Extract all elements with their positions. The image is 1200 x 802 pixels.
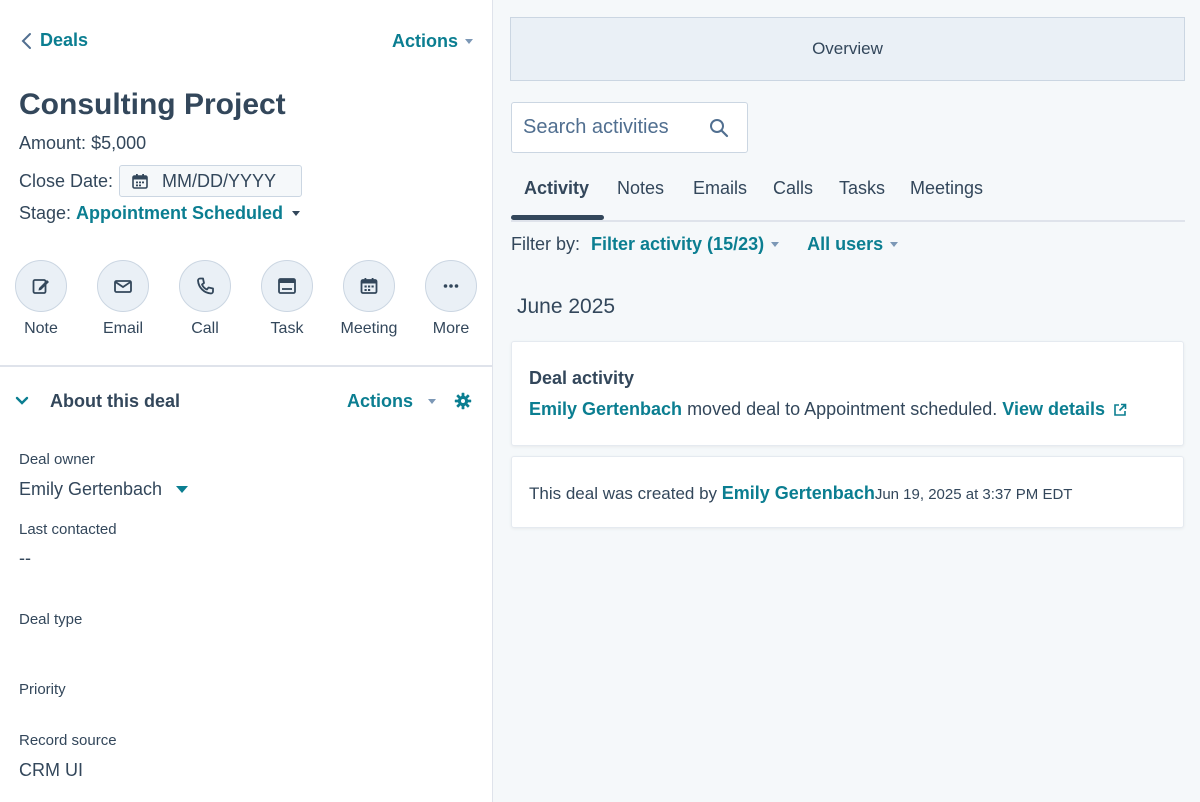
close-date-label: Close Date:	[19, 170, 114, 191]
user-link[interactable]: Emily Gertenbach	[529, 399, 682, 420]
overview-label: Overview	[812, 39, 883, 58]
caret-down-icon[interactable]	[890, 242, 899, 247]
all-users-dropdown[interactable]: All users	[807, 234, 883, 255]
note-button-circle[interactable]	[15, 260, 67, 312]
back-to-deals-link[interactable]: Deals	[20, 30, 88, 51]
external-link-icon[interactable]	[1113, 403, 1127, 417]
card-body: This deal was created by Emily Gertenbac…	[529, 483, 1072, 504]
stage-dropdown[interactable]: Appointment Scheduled	[76, 203, 283, 224]
caret-down-icon	[176, 486, 189, 493]
record-sidebar: Deals Actions Consulting Project Amount:…	[0, 0, 493, 802]
note-button[interactable]: Note	[6, 260, 76, 338]
meeting-button-circle[interactable]	[343, 260, 395, 312]
filter-by-label: Filter by:	[511, 234, 581, 254]
more-icon	[443, 284, 459, 288]
about-actions-menu[interactable]: Actions	[347, 391, 413, 412]
note-label: Note	[24, 320, 58, 337]
tab-emails[interactable]: Emails	[693, 178, 747, 199]
call-label: Call	[191, 320, 219, 337]
last-contacted-value: --	[19, 548, 31, 568]
deal-created-card[interactable]: This deal was created by Emily Gertenbac…	[511, 456, 1184, 528]
record-source-value: CRM UI	[19, 760, 83, 780]
call-button-circle[interactable]	[179, 260, 231, 312]
more-button-circle[interactable]	[425, 260, 477, 312]
activity-text: moved deal to Appointment scheduled.	[682, 399, 1003, 419]
close-date-placeholder: MM/DD/YYYY	[162, 170, 277, 191]
deal-type-label: Deal type	[19, 611, 83, 628]
meeting-label: Meeting	[340, 320, 398, 337]
section-divider	[0, 365, 493, 367]
caret-down-icon	[465, 39, 474, 44]
search-input[interactable]	[523, 116, 703, 139]
stage-label: Stage:	[19, 203, 72, 223]
user-link[interactable]: Emily Gertenbach	[722, 483, 875, 504]
caret-down-icon[interactable]	[771, 242, 780, 247]
deal-owner-value: Emily Gertenbach	[19, 479, 163, 499]
call-button[interactable]: Call	[170, 260, 240, 338]
close-date-input[interactable]: MM/DD/YYYY	[119, 165, 303, 197]
month-heading: June 2025	[517, 295, 616, 318]
call-icon	[197, 277, 214, 295]
card-body: Emily Gertenbach moved deal to Appointme…	[529, 399, 1127, 420]
about-section-header: About this deal Actions	[14, 389, 479, 415]
deal-activity-card[interactable]: Deal activity Emily Gertenbach moved dea…	[511, 341, 1184, 446]
close-date-row: Close Date: MM/DD/YYYY	[19, 165, 303, 197]
email-label: Email	[102, 320, 143, 337]
filter-activity-dropdown[interactable]: Filter activity (15/23)	[591, 234, 764, 255]
meeting-button[interactable]: Meeting	[334, 260, 404, 338]
tab-meetings[interactable]: Meetings	[910, 178, 983, 199]
tab-calls[interactable]: Calls	[773, 178, 813, 199]
email-button[interactable]: Email	[88, 260, 158, 338]
record-source-label: Record source	[19, 732, 117, 749]
task-icon	[278, 278, 296, 294]
more-button[interactable]: More	[416, 260, 486, 338]
deal-owner-dropdown[interactable]: Emily Gertenbach	[19, 479, 189, 500]
back-link-label: Deals	[40, 30, 89, 50]
amount-row: Amount: $5,000	[19, 133, 146, 154]
timeline-panel: Overview Activity Notes Emails Calls Tas…	[494, 0, 1200, 802]
view-details-link[interactable]: View details	[1002, 399, 1105, 420]
card-title: Deal activity	[529, 368, 635, 388]
caret-down-icon[interactable]	[428, 399, 436, 404]
search-icon[interactable]	[709, 118, 729, 138]
tab-overview[interactable]: Overview	[510, 17, 1185, 81]
actions-label: Actions	[392, 31, 459, 51]
about-section-title[interactable]: About this deal	[50, 391, 180, 412]
gear-icon[interactable]	[454, 392, 472, 410]
task-button-circle[interactable]	[261, 260, 313, 312]
tab-tasks[interactable]: Tasks	[839, 178, 885, 199]
meeting-icon	[360, 278, 378, 294]
record-actions-menu[interactable]: Actions	[392, 31, 474, 52]
task-label: Task	[270, 320, 304, 337]
calendar-icon	[132, 174, 148, 189]
caret-down-icon[interactable]	[292, 211, 301, 216]
chevron-left-icon	[21, 32, 31, 49]
deal-owner-label: Deal owner	[19, 451, 95, 468]
amount-label: Amount:	[19, 133, 87, 153]
email-icon	[114, 280, 132, 293]
chevron-down-icon[interactable]	[14, 393, 30, 409]
note-icon	[32, 279, 49, 294]
priority-label: Priority	[19, 681, 66, 698]
search-activities-box	[511, 102, 748, 153]
task-button[interactable]: Task	[252, 260, 322, 338]
stage-row: Stage: Appointment Scheduled	[19, 203, 301, 224]
activity-buttons: Note Email Call Task Meeting More	[15, 260, 485, 340]
created-prefix: This deal was created by	[529, 484, 722, 503]
amount-value[interactable]: $5,000	[91, 133, 146, 153]
active-tab-indicator	[511, 215, 604, 220]
last-contacted-label: Last contacted	[19, 521, 117, 538]
created-timestamp: Jun 19, 2025 at 3:37 PM EDT	[874, 486, 1073, 503]
more-label: More	[432, 320, 470, 337]
tab-activity[interactable]: Activity	[524, 178, 589, 199]
record-title: Consulting Project	[19, 88, 286, 121]
filter-row: Filter by: Filter activity (15/23) All u…	[511, 234, 899, 255]
email-button-circle[interactable]	[97, 260, 149, 312]
tab-notes[interactable]: Notes	[617, 178, 664, 199]
activity-tabs: Activity Notes Emails Calls Tasks Meetin…	[511, 170, 1185, 222]
